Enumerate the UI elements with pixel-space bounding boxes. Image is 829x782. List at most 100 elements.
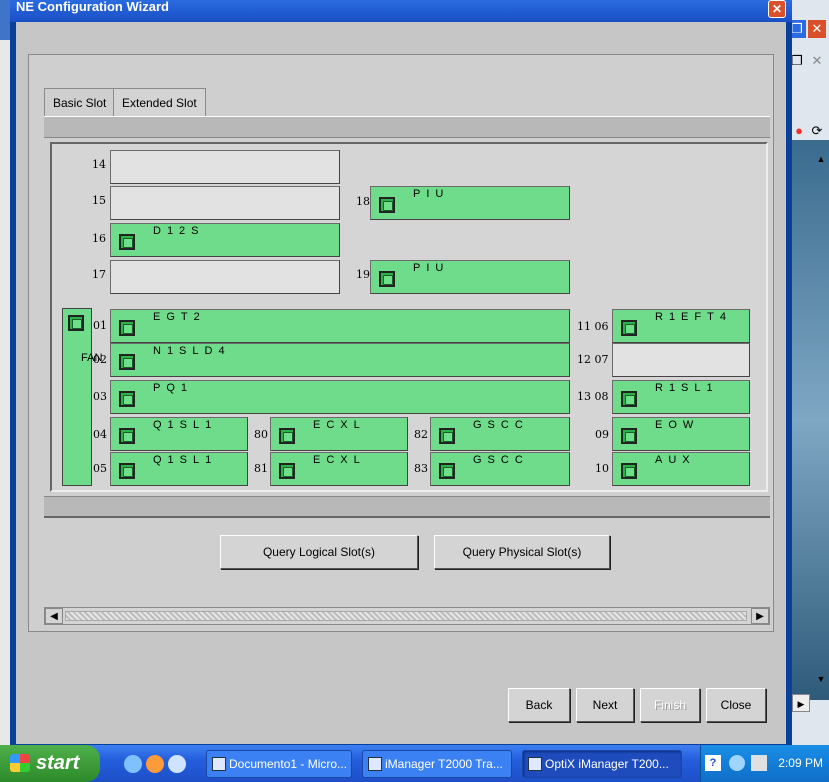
board-status-icon — [68, 315, 84, 331]
clock: 2:09 PM — [778, 756, 823, 770]
board-status-icon — [119, 391, 135, 407]
board-status-icon — [621, 320, 637, 336]
board-status-icon — [379, 197, 395, 213]
finish-button: Finish — [640, 688, 700, 722]
board-name: N1SLD4 — [153, 345, 231, 357]
scrollbar-track[interactable] — [65, 611, 747, 621]
board-name: ECXL — [313, 454, 366, 466]
start-button[interactable]: start — [0, 745, 100, 782]
board-name: ECXL — [313, 419, 366, 431]
tab-label: Basic Slot — [53, 96, 107, 110]
start-label: start — [36, 752, 80, 774]
board-name: GSCC — [473, 454, 529, 466]
scroll-left-icon[interactable]: ◀ — [45, 608, 63, 624]
slot-16[interactable]: D12S — [110, 223, 340, 257]
scroll-right-icon[interactable]: ▶ — [792, 694, 810, 712]
task-label: iManager T2000 Tra... — [385, 757, 503, 771]
slot-04[interactable]: Q1SL1 — [110, 417, 248, 451]
board-name: PIU — [413, 188, 450, 200]
slot-82[interactable]: GSCC — [430, 417, 570, 451]
board-status-icon — [379, 271, 395, 287]
board-name: Q1SL1 — [153, 419, 218, 431]
tab-strip — [44, 116, 770, 138]
slot-09[interactable]: EOW — [612, 417, 750, 451]
slot-08[interactable]: R1SL1 — [612, 380, 750, 414]
slot-number: 82 — [414, 428, 428, 441]
slot-number: 01 — [93, 319, 107, 332]
board-name: EGT2 — [153, 311, 206, 323]
slot-number: 10 — [595, 462, 609, 475]
window-title: NE Configuration Wizard — [16, 0, 169, 14]
tab-extended-slot[interactable]: Extended Slot — [113, 88, 206, 116]
close-icon[interactable]: ✕ — [808, 20, 826, 38]
refresh-icon[interactable]: ⟳ — [808, 122, 826, 140]
board-name: GSCC — [473, 419, 529, 431]
board-status-icon — [621, 428, 637, 444]
slot-80[interactable]: ECXL — [270, 417, 408, 451]
network-icon[interactable] — [729, 755, 745, 771]
slot-10[interactable]: AUX — [612, 452, 750, 486]
tab-label: Extended Slot — [122, 96, 197, 110]
slot-06[interactable]: R1EFT4 — [612, 309, 750, 343]
slot-number: 09 — [595, 428, 609, 441]
board-status-icon — [621, 463, 637, 479]
taskbar-item-documento1[interactable]: Documento1 - Micro... — [206, 750, 352, 778]
media-player-icon[interactable] — [146, 755, 164, 773]
slot-07[interactable] — [612, 343, 750, 377]
slot-01[interactable]: EGT2 — [110, 309, 570, 343]
windows-flag-icon — [10, 754, 30, 772]
slot-83[interactable]: GSCC — [430, 452, 570, 486]
slot-number: 04 — [93, 428, 107, 441]
help-icon[interactable]: ? — [705, 755, 721, 771]
board-status-icon — [439, 463, 455, 479]
query-physical-slots-button[interactable]: Query Physical Slot(s) — [434, 535, 610, 569]
slot-number: 18 — [356, 195, 370, 208]
close-button[interactable]: Close — [706, 688, 766, 722]
scroll-right-icon[interactable]: ▶ — [751, 608, 769, 624]
slot-number: 15 — [92, 194, 106, 207]
slot-18[interactable]: PIU — [370, 186, 570, 220]
taskbar: start Documento1 - Micro... iManager T20… — [0, 745, 829, 782]
board-status-icon — [119, 234, 135, 250]
taskbar-item-optix-imanager[interactable]: OptiX iManager T200... — [522, 750, 682, 778]
scroll-down-icon[interactable]: ▼ — [812, 670, 829, 688]
board-status-icon — [119, 354, 135, 370]
window-titlebar: NE Configuration Wizard ✕ — [10, 0, 792, 22]
board-status-icon — [119, 428, 135, 444]
browser-icon[interactable] — [168, 755, 186, 773]
query-logical-slots-button[interactable]: Query Logical Slot(s) — [220, 535, 418, 569]
tab-basic-slot[interactable]: Basic Slot — [44, 88, 116, 116]
slot-15[interactable] — [110, 186, 340, 220]
slot-14[interactable] — [110, 150, 340, 184]
board-status-icon — [439, 428, 455, 444]
horizontal-scrollbar[interactable]: ◀ ▶ — [44, 607, 770, 625]
board-name: PIU — [413, 262, 450, 274]
board-status-icon — [119, 320, 135, 336]
slot-03[interactable]: PQ1 — [110, 380, 570, 414]
fan-slot[interactable]: FAN — [62, 308, 102, 486]
board-status-icon — [621, 391, 637, 407]
board-name: D12S — [153, 225, 205, 237]
word-document-icon — [212, 757, 226, 771]
slot-number: 13 08 — [577, 390, 609, 403]
next-button[interactable]: Next — [576, 688, 634, 722]
stop-icon[interactable]: ● — [790, 122, 808, 140]
volume-icon[interactable] — [751, 755, 767, 771]
taskbar-item-imanager-tra[interactable]: iManager T2000 Tra... — [362, 750, 512, 778]
back-button[interactable]: Back — [508, 688, 570, 722]
board-status-icon — [119, 463, 135, 479]
slot-17[interactable] — [110, 260, 340, 294]
internet-explorer-icon[interactable] — [124, 755, 142, 773]
slot-05[interactable]: Q1SL1 — [110, 452, 248, 486]
slot-02[interactable]: N1SLD4 — [110, 343, 570, 377]
slot-19[interactable]: PIU — [370, 260, 570, 294]
scroll-up-icon[interactable]: ▲ — [812, 150, 829, 168]
slot-number: 11 06 — [577, 320, 609, 333]
slot-number: 02 — [93, 353, 107, 366]
slot-number: 12 07 — [577, 353, 609, 366]
board-name: R1SL1 — [655, 382, 719, 394]
close-icon[interactable]: ✕ — [808, 52, 826, 70]
window-close-icon[interactable]: ✕ — [768, 0, 786, 18]
slot-81[interactable]: ECXL — [270, 452, 408, 486]
slot-number: 16 — [92, 232, 106, 245]
